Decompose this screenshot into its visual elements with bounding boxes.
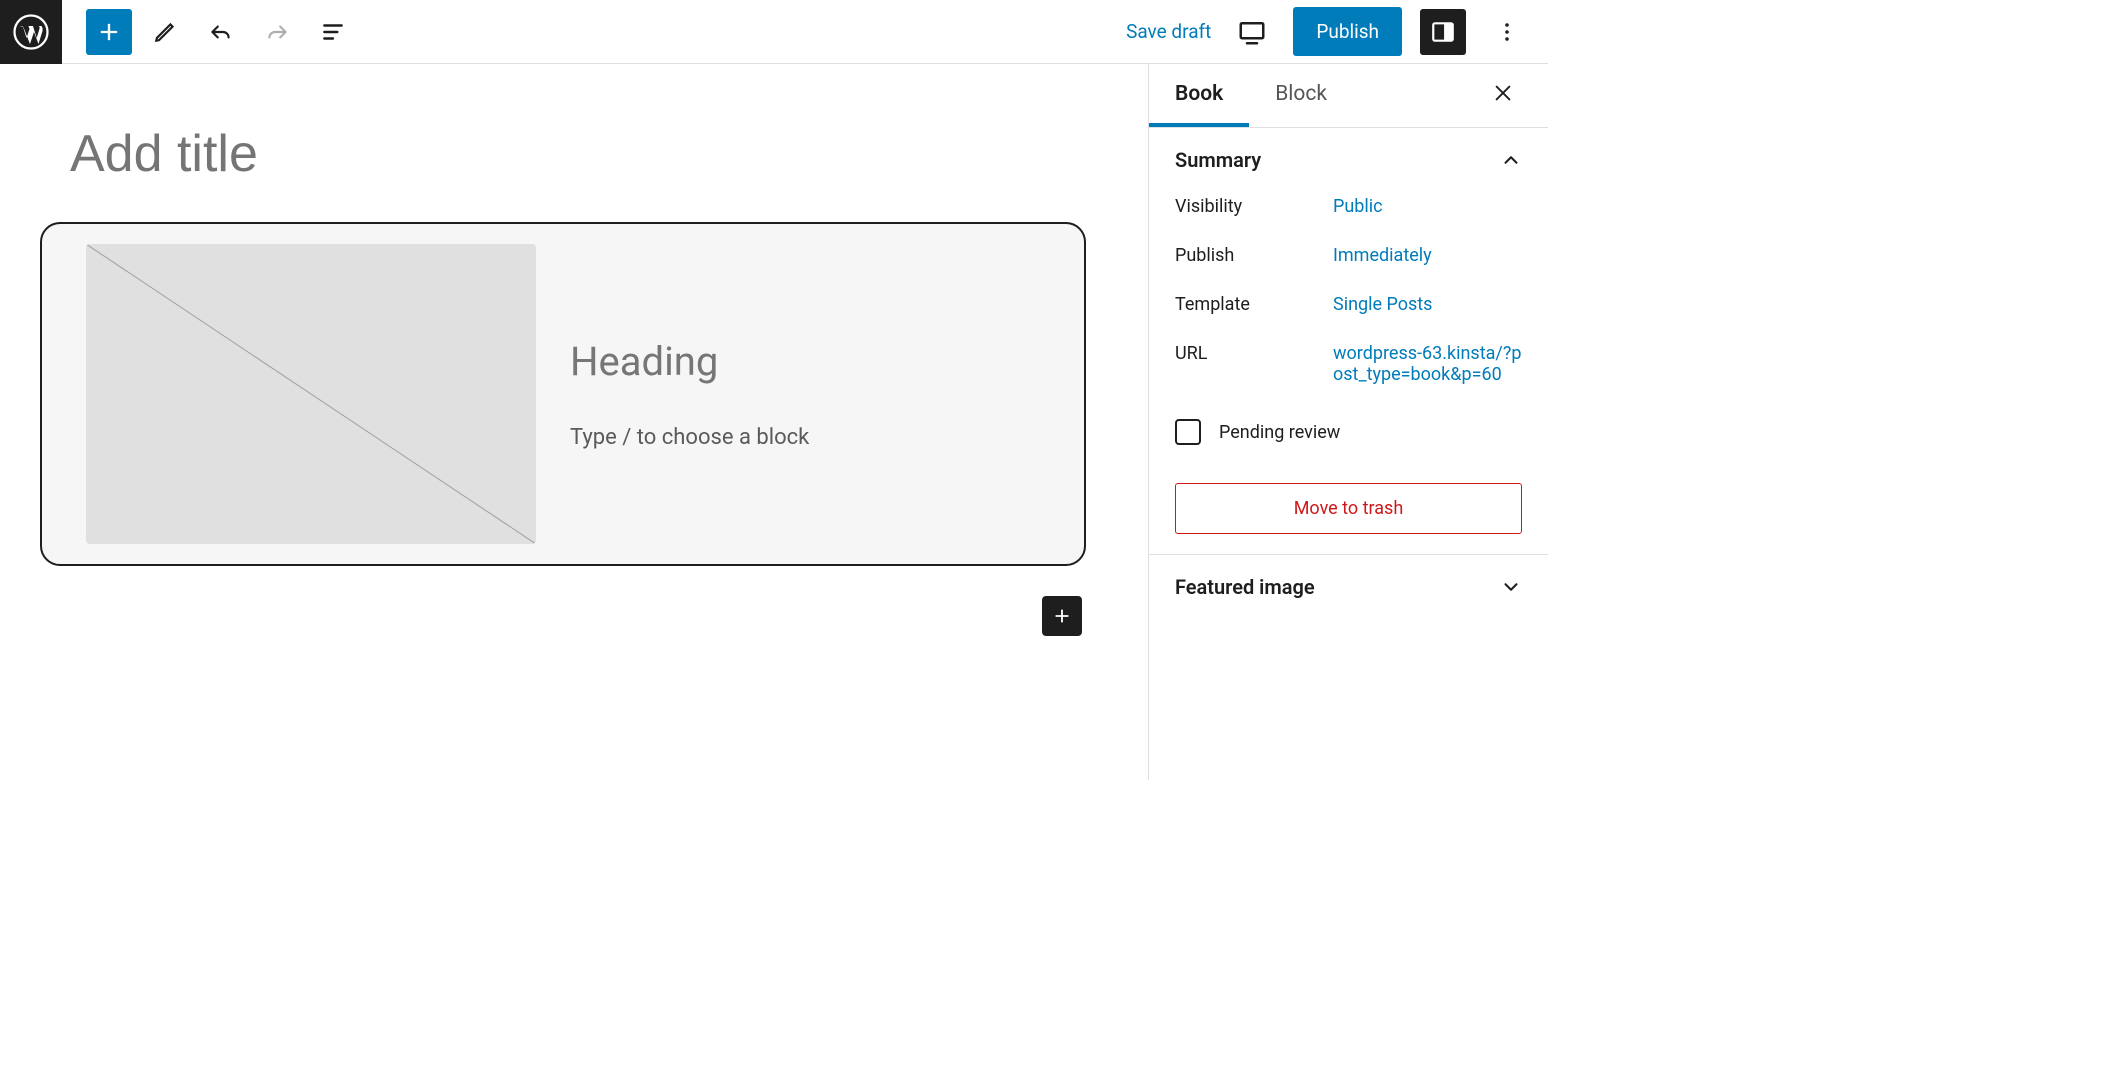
plus-icon	[95, 18, 123, 46]
block-inserter-button[interactable]	[86, 9, 132, 55]
featured-image-panel: Featured image	[1149, 555, 1548, 619]
pending-review-row[interactable]: Pending review	[1175, 419, 1522, 445]
editor-canvas: Heading Type / to choose a block	[0, 64, 1148, 780]
visibility-label: Visibility	[1175, 196, 1333, 217]
pending-review-checkbox[interactable]	[1175, 419, 1201, 445]
more-vertical-icon	[1495, 20, 1519, 44]
post-title-input[interactable]	[40, 104, 1086, 216]
plus-icon	[1051, 605, 1073, 627]
wordpress-icon	[13, 14, 49, 50]
undo-button[interactable]	[198, 9, 244, 55]
redo-button	[254, 9, 300, 55]
preview-button[interactable]	[1229, 9, 1275, 55]
publish-value[interactable]: Immediately	[1333, 245, 1522, 266]
visibility-row: Visibility Public	[1175, 196, 1522, 217]
url-label: URL	[1175, 343, 1333, 385]
document-overview-button[interactable]	[310, 9, 356, 55]
summary-panel-title: Summary	[1175, 148, 1261, 172]
template-value[interactable]: Single Posts	[1333, 294, 1522, 315]
url-row: URL wordpress-63.kinsta/?post_type=book&…	[1175, 343, 1522, 385]
block-paragraph-placeholder[interactable]: Type / to choose a block	[570, 425, 1040, 450]
chevron-up-icon	[1500, 149, 1522, 171]
placeholder-slash-icon	[86, 244, 536, 544]
desktop-icon	[1237, 17, 1267, 47]
undo-icon	[208, 19, 234, 45]
chevron-down-icon	[1500, 576, 1522, 598]
publish-label: Publish	[1175, 245, 1333, 266]
tab-block[interactable]: Block	[1249, 64, 1353, 127]
featured-image-panel-toggle[interactable]: Featured image	[1175, 575, 1522, 599]
template-row: Template Single Posts	[1175, 294, 1522, 315]
more-options-button[interactable]	[1484, 9, 1530, 55]
settings-sidebar-toggle[interactable]	[1420, 9, 1466, 55]
save-draft-button[interactable]: Save draft	[1126, 20, 1211, 43]
publish-row: Publish Immediately	[1175, 245, 1522, 266]
close-icon	[1492, 82, 1514, 104]
visibility-value[interactable]: Public	[1333, 196, 1522, 217]
pending-review-label: Pending review	[1219, 422, 1340, 443]
pencil-icon	[152, 19, 178, 45]
close-sidebar-button[interactable]	[1484, 74, 1522, 117]
redo-icon	[264, 19, 290, 45]
sidebar-icon	[1430, 19, 1456, 45]
sidebar-tabs: Book Block	[1149, 64, 1548, 128]
image-placeholder[interactable]	[86, 244, 536, 544]
settings-sidebar: Book Block Summary Visibility Public	[1148, 64, 1548, 780]
tools-button[interactable]	[142, 9, 188, 55]
media-text-block[interactable]: Heading Type / to choose a block	[40, 222, 1086, 566]
wordpress-logo[interactable]	[0, 0, 62, 64]
summary-panel-toggle[interactable]: Summary	[1175, 148, 1522, 172]
move-to-trash-button[interactable]: Move to trash	[1175, 483, 1522, 534]
block-heading-placeholder[interactable]: Heading	[570, 338, 1040, 385]
add-block-button[interactable]	[1042, 596, 1082, 636]
publish-button[interactable]: Publish	[1293, 7, 1402, 56]
top-toolbar: Save draft Publish	[0, 0, 1548, 64]
featured-image-panel-title: Featured image	[1175, 575, 1315, 599]
list-view-icon	[320, 19, 346, 45]
tab-book[interactable]: Book	[1149, 64, 1249, 127]
template-label: Template	[1175, 294, 1333, 315]
summary-panel: Summary Visibility Public Publish Immedi…	[1149, 128, 1548, 555]
url-value[interactable]: wordpress-63.kinsta/?post_type=book&p=60	[1333, 343, 1522, 385]
